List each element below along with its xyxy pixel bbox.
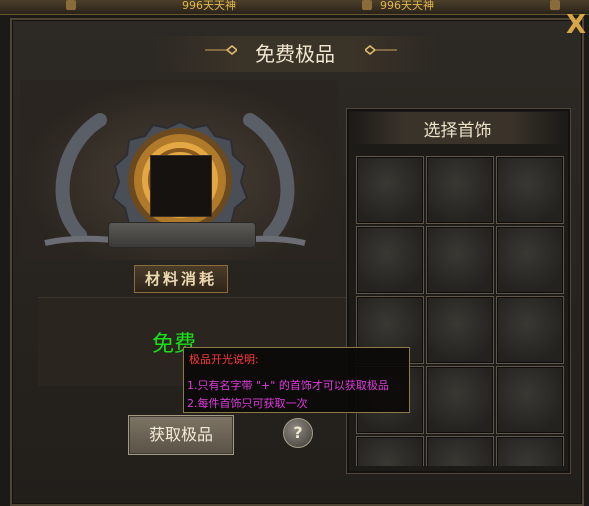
accessory-slot[interactable]	[426, 226, 494, 294]
help-button[interactable]: ?	[283, 418, 313, 448]
item-slot[interactable]	[150, 155, 212, 217]
tooltip-line: 2.每件首饰只可获取一次	[187, 397, 308, 410]
accessory-slot[interactable]	[426, 296, 494, 364]
accessory-slot[interactable]	[426, 156, 494, 224]
accessory-slot[interactable]	[496, 296, 564, 364]
accessory-slot[interactable]	[496, 366, 564, 434]
top-status-strip	[0, 0, 589, 15]
accessory-select-title: 选择首饰	[423, 121, 492, 141]
medallion-base	[108, 222, 256, 248]
status-icon	[550, 0, 560, 10]
get-premium-button[interactable]: 获取极品	[128, 415, 234, 455]
question-icon: ?	[293, 423, 303, 442]
accessory-slot[interactable]	[356, 436, 424, 466]
status-icon	[66, 0, 76, 10]
tooltip-title: 极品开光说明:	[189, 353, 259, 366]
close-icon: X	[565, 10, 587, 40]
tooltip-line: 1.只有名字带 "+" 的首饰才可以获取极品	[187, 379, 389, 392]
status-icon	[362, 0, 372, 10]
player-name-1: 996天天神	[182, 0, 236, 12]
player-name-2: 996天天神	[380, 0, 434, 12]
accessory-slot[interactable]	[356, 226, 424, 294]
accessory-slot[interactable]	[496, 436, 564, 466]
title-ornament-icon	[365, 45, 397, 55]
accessory-slot[interactable]	[426, 436, 494, 466]
accessory-slot[interactable]	[356, 156, 424, 224]
material-cost-label: 材料消耗	[134, 265, 228, 293]
accessory-slot[interactable]	[496, 156, 564, 224]
close-button[interactable]: X	[563, 12, 589, 38]
accessory-slot[interactable]	[426, 366, 494, 434]
accessory-grid	[356, 156, 566, 466]
accessory-slot[interactable]	[496, 226, 564, 294]
